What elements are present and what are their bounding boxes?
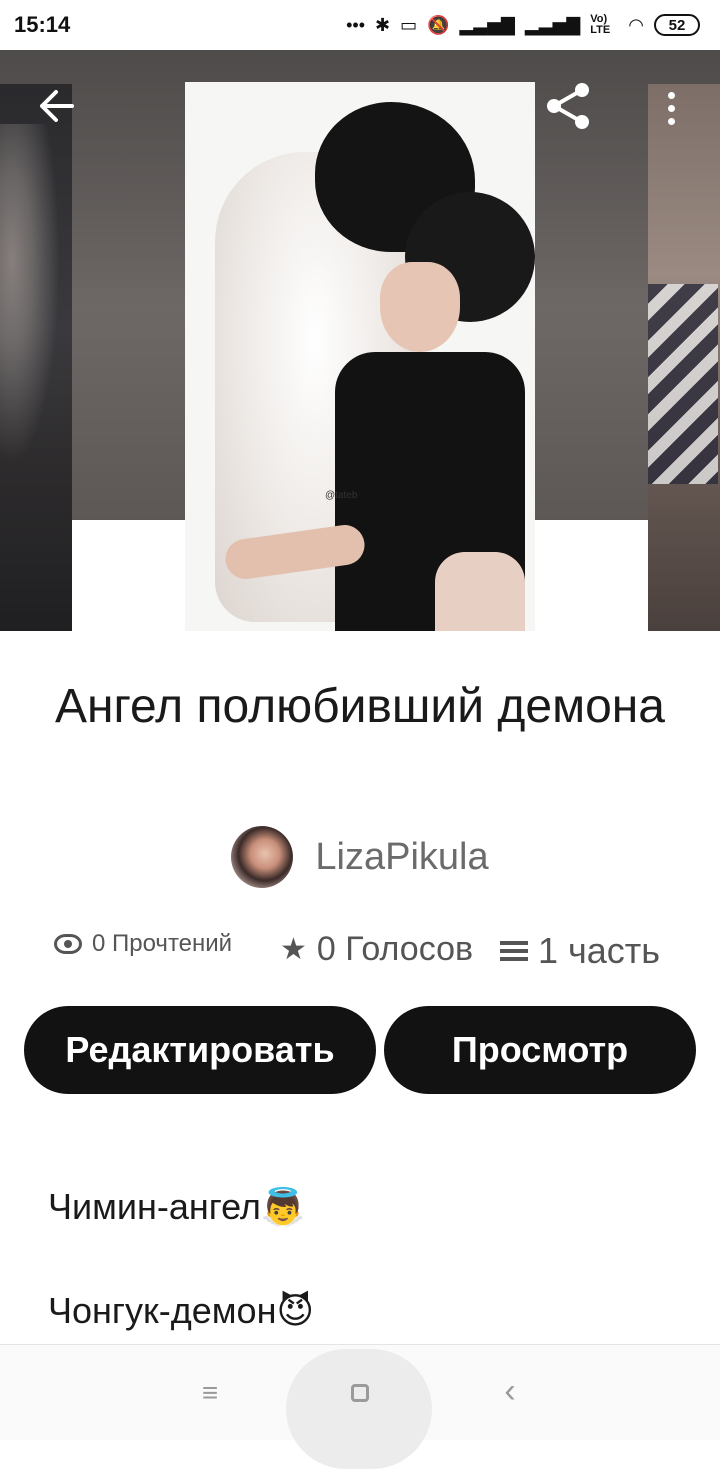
author-name[interactable]: LizaPikula (315, 836, 488, 879)
votes-stat: ★ 0 Голосов (280, 930, 473, 969)
description-line: Чонгук-демон😈 (48, 1290, 314, 1331)
status-bar: 15:14 ••• ✱ ▭ 🔕 ▂▃▅▇ ▂▃▅▇ Vo) LTE ◠ 52 (0, 0, 720, 50)
cover-watermark: @tateb (325, 490, 358, 501)
status-time: 15:14 (14, 12, 71, 37)
list-icon (500, 941, 528, 961)
home-icon[interactable] (340, 1373, 380, 1413)
story-actions: Редактировать Просмотр (24, 1006, 696, 1094)
back-arrow-icon[interactable] (30, 82, 82, 130)
lte-icon: Vo) LTE (590, 13, 611, 36)
view-button[interactable]: Просмотр (384, 1006, 696, 1094)
story-cover-image: @tateb (185, 82, 535, 631)
star-icon: ★ (280, 933, 307, 966)
system-nav-bar: ≡ ‹ (0, 1344, 720, 1469)
signal-icon: ▂▃▅▇ (459, 14, 515, 35)
notification-dots-icon: ••• (346, 14, 365, 35)
signal-icon-2: ▂▃▅▇ (524, 14, 581, 35)
previous-story-cover[interactable] (0, 84, 72, 631)
status-icons: ••• ✱ ▭ 🔕 ▂▃▅▇ ▂▃▅▇ Vo) LTE ◠ 52 (346, 14, 700, 36)
battery-icon: 52 (654, 14, 700, 36)
eye-icon (54, 934, 82, 954)
mute-icon: 🔕 (427, 14, 450, 35)
story-title: Ангел полюбивший демона (55, 680, 665, 733)
author-avatar[interactable] (231, 826, 294, 888)
description-line: Чимин-ангел👼 (48, 1186, 306, 1227)
edit-button[interactable]: Редактировать (24, 1006, 376, 1094)
wifi-icon: ◠ (628, 14, 644, 35)
vibrate-icon: ▭ (400, 14, 418, 35)
parts-count: 1 часть (538, 930, 661, 971)
share-icon[interactable] (540, 78, 596, 134)
reads-count: 0 Прочтений (92, 930, 233, 957)
more-vertical-icon[interactable] (656, 84, 686, 132)
parts-stat: 1 часть (500, 930, 660, 972)
nav-back-icon[interactable]: ‹ (490, 1371, 530, 1411)
author-row[interactable]: LizaPikula (0, 826, 720, 888)
story-stats: 0 Прочтений ★ 0 Голосов 1 часть (0, 922, 720, 982)
reads-stat: 0 Прочтений (54, 930, 232, 958)
next-story-cover[interactable] (648, 84, 720, 631)
menu-icon[interactable]: ≡ (190, 1373, 230, 1413)
bluetooth-icon: ✱ (375, 14, 391, 35)
votes-count: 0 Голосов (316, 930, 474, 968)
